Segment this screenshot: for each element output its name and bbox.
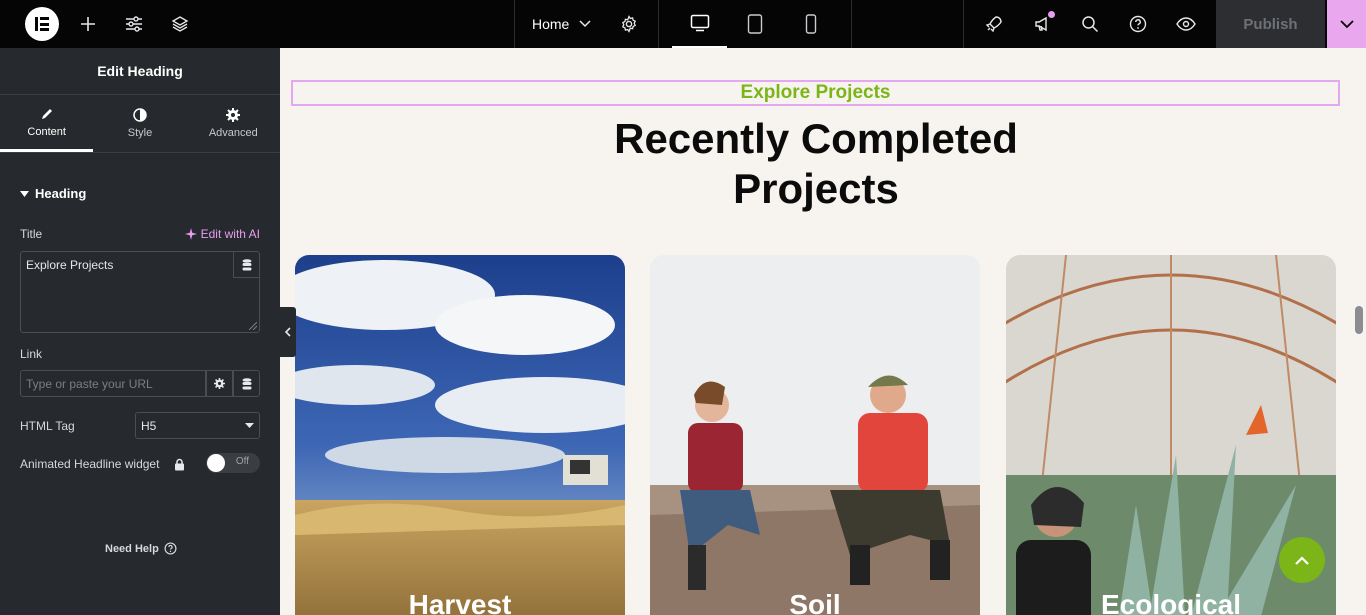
tab-advanced[interactable]: Advanced xyxy=(187,95,280,152)
link-label: Link xyxy=(20,347,43,361)
mobile-icon xyxy=(805,14,817,34)
section-title: Heading xyxy=(35,186,87,201)
html-tag-label: HTML Tag xyxy=(20,419,75,433)
heading-section-toggle[interactable]: Heading xyxy=(20,186,86,201)
eyebrow-heading: Explore Projects xyxy=(740,82,891,103)
divider xyxy=(514,0,515,48)
elementor-logo-icon xyxy=(25,7,59,41)
harvest-field-image xyxy=(295,255,625,615)
page-selector[interactable]: Home xyxy=(532,0,612,48)
scroll-thumb[interactable] xyxy=(1355,306,1363,334)
caret-down-icon xyxy=(20,190,29,197)
need-help-link[interactable]: Need Help xyxy=(105,542,177,555)
sparkle-icon xyxy=(184,228,197,240)
title-value: Explore Projects xyxy=(26,258,114,272)
mobile-view-button[interactable] xyxy=(788,0,834,48)
link-url-input[interactable]: Type or paste your URL xyxy=(20,370,206,397)
tab-content[interactable]: Content xyxy=(0,95,94,152)
title-textarea[interactable]: Explore Projects xyxy=(20,251,260,333)
headline-line-1: Recently Completed xyxy=(614,115,1018,162)
structure-button[interactable] xyxy=(164,0,196,48)
dynamic-tags-button[interactable] xyxy=(233,252,259,278)
edit-with-ai-button[interactable]: Edit with AI xyxy=(184,227,260,241)
html-tag-select[interactable]: H5 xyxy=(135,412,260,439)
tab-label: Style xyxy=(127,127,153,139)
collapse-panel-button[interactable] xyxy=(280,307,296,357)
database-icon xyxy=(242,258,251,270)
animated-headline-label: Animated Headline widget xyxy=(20,457,160,471)
card-title: Harvest xyxy=(408,589,512,615)
toggle-knob xyxy=(207,454,225,472)
help-icon xyxy=(164,542,177,555)
desktop-view-button[interactable] xyxy=(672,0,727,48)
megaphone-icon xyxy=(1035,16,1047,32)
section-headline: Recently Completed Projects xyxy=(280,114,1352,214)
selected-heading-widget[interactable]: Explore Projects xyxy=(291,80,1340,106)
resize-handle-icon[interactable] xyxy=(249,322,257,330)
database-icon xyxy=(242,377,251,389)
headline-line-2: Projects xyxy=(733,165,899,212)
divider xyxy=(658,0,659,48)
publish-button[interactable]: Publish xyxy=(1216,0,1325,48)
soil-farmers-image xyxy=(650,255,980,615)
need-help-label: Need Help xyxy=(105,542,159,555)
project-card-soil[interactable]: Soil xyxy=(650,255,980,615)
card-title: Soil xyxy=(789,589,841,615)
editor-panel: Edit Heading Content Style Advanced Head… xyxy=(0,48,280,615)
launchpad-button[interactable] xyxy=(978,0,1010,48)
lock-icon xyxy=(175,458,184,471)
panel-title: Edit Heading xyxy=(0,48,280,95)
panel-tabs: Content Style Advanced xyxy=(0,95,280,153)
rocket-icon xyxy=(985,16,1002,33)
link-options-button[interactable] xyxy=(206,370,233,397)
tab-label: Content xyxy=(27,125,66,138)
tab-label: Advanced xyxy=(208,127,258,139)
canvas-scrollbar[interactable] xyxy=(1352,48,1366,615)
page-selector-label: Home xyxy=(532,16,570,32)
toggle-state: Off xyxy=(235,456,249,467)
tablet-icon xyxy=(747,14,763,34)
divider xyxy=(963,0,964,48)
help-icon xyxy=(1129,15,1147,33)
pencil-icon xyxy=(41,108,52,119)
preview-canvas: Explore Projects Recently Completed Proj… xyxy=(280,48,1352,615)
site-settings-button[interactable] xyxy=(118,0,150,48)
divider xyxy=(851,0,852,48)
help-button[interactable] xyxy=(1122,0,1154,48)
chevron-up-icon xyxy=(1295,555,1309,565)
publish-options-button[interactable] xyxy=(1327,0,1366,48)
tablet-view-button[interactable] xyxy=(732,0,778,48)
sliders-icon xyxy=(126,16,142,32)
elementor-logo-button[interactable] xyxy=(20,0,64,48)
eye-icon xyxy=(1176,17,1196,31)
whats-new-button[interactable] xyxy=(1026,0,1058,48)
desktop-icon xyxy=(690,14,709,32)
scroll-to-top-button[interactable] xyxy=(1279,537,1325,583)
card-title: Ecological xyxy=(1100,589,1242,615)
add-element-button[interactable] xyxy=(72,0,104,48)
top-bar: Home Publish xyxy=(0,0,1366,48)
chevron-left-icon xyxy=(285,327,291,337)
plus-icon xyxy=(81,17,95,31)
html-tag-value: H5 xyxy=(141,418,157,433)
title-label: Title xyxy=(20,227,43,241)
gear-icon xyxy=(226,108,241,122)
preview-button[interactable] xyxy=(1170,0,1202,48)
tab-style[interactable]: Style xyxy=(93,95,186,152)
half-circle-icon xyxy=(133,108,147,122)
page-settings-button[interactable] xyxy=(614,0,644,48)
gear-icon xyxy=(214,378,225,389)
search-icon xyxy=(1082,16,1099,33)
chevron-down-icon xyxy=(579,20,591,28)
link-dynamic-tags-button[interactable] xyxy=(233,370,260,397)
edit-with-ai-label: Edit with AI xyxy=(200,227,260,241)
finder-button[interactable] xyxy=(1074,0,1106,48)
gear-icon xyxy=(621,15,637,33)
layers-icon xyxy=(171,16,189,32)
chevron-down-icon xyxy=(1339,19,1354,28)
animated-headline-toggle[interactable]: Off xyxy=(206,453,260,473)
project-card-harvest[interactable]: Harvest xyxy=(295,255,625,615)
notification-dot xyxy=(1048,11,1055,18)
caret-down-icon xyxy=(245,423,254,428)
